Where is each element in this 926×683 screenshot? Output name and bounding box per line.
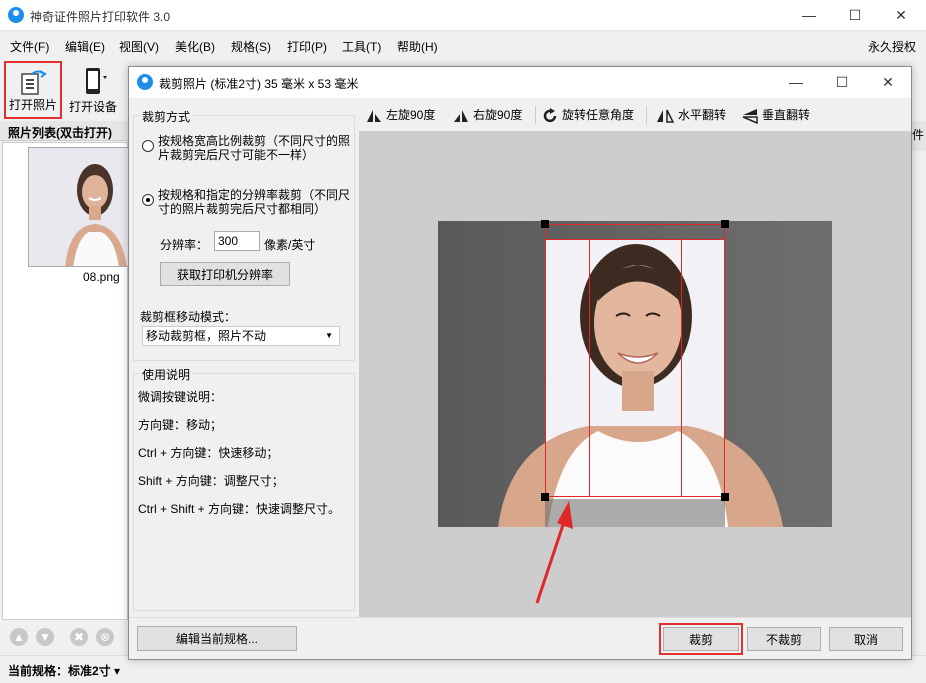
menu-file[interactable]: 文件(F) — [10, 38, 49, 55]
crop-button[interactable]: 裁剪 — [663, 627, 739, 651]
flip-horizontal-button[interactable]: 水平翻转 — [655, 106, 726, 124]
minimize-button[interactable]: — — [786, 0, 832, 31]
toolbar-divider — [646, 106, 647, 124]
delete-icon[interactable]: ✖ — [70, 628, 88, 646]
menu-print[interactable]: 打印(P) — [287, 38, 327, 55]
crop-guide-top — [546, 239, 724, 240]
phone-icon — [86, 68, 107, 94]
menu-help[interactable]: 帮助(H) — [397, 38, 438, 55]
right-panel-header-label: 件 — [912, 128, 925, 142]
crop-dialog: 裁剪照片 (标准2寸) 35 毫米 x 53 毫米 — ☐ ✕ 裁剪方式 按规格… — [128, 66, 912, 660]
flip-vertical-button[interactable]: 垂直翻转 — [741, 106, 810, 125]
crop-by-resolution-radio[interactable] — [142, 194, 154, 206]
crop-settings-panel: 裁剪方式 按规格宽高比例裁剪（不同尺寸的照片裁剪完后尺寸可能不一样） 按规格和指… — [133, 101, 355, 615]
crop-by-ratio-label[interactable]: 按规格宽高比例裁剪（不同尺寸的照片裁剪完后尺寸可能不一样） — [158, 134, 354, 162]
rotate-any-label: 旋转任意角度 — [562, 108, 635, 122]
current-spec-selector[interactable]: 当前规格：标准2寸 ▾ — [8, 662, 120, 679]
move-up-icon[interactable]: ▲ — [10, 628, 28, 646]
rotate-left-icon — [367, 109, 381, 122]
menu-beautify[interactable]: 美化(B) — [175, 38, 215, 55]
crop-guide-left — [589, 240, 590, 496]
app-title: 神奇证件照片打印软件 3.0 — [30, 10, 171, 24]
help-line: Shift + 方向键：调整尺寸； — [138, 474, 284, 488]
move-mode-label: 裁剪框移动模式： — [140, 310, 237, 324]
cancel-button[interactable]: 取消 — [829, 627, 903, 651]
image-toolbar: 左旋90度 右旋90度 旋转任意角度 水平翻转 垂直翻转 — [359, 100, 911, 130]
get-printer-resolution-button[interactable]: 获取打印机分辨率 — [160, 262, 290, 286]
help-line: 方向键：移动； — [138, 418, 223, 432]
right-panel-header: 件 — [912, 121, 926, 151]
crop-mode-title: 裁剪方式 — [140, 108, 193, 125]
move-mode-selected: 移动裁剪框，照片不动 — [146, 329, 267, 343]
rotate-left-label: 左旋90度 — [386, 108, 436, 122]
rotate-right-icon — [454, 109, 468, 122]
dialog-minimize-button[interactable]: — — [773, 67, 819, 98]
crop-mode-group: 裁剪方式 按规格宽高比例裁剪（不同尺寸的照片裁剪完后尺寸可能不一样） 按规格和指… — [133, 108, 355, 361]
edit-spec-button[interactable]: 编辑当前规格... — [137, 626, 297, 651]
flip-vertical-label: 垂直翻转 — [762, 108, 811, 122]
dialog-title: 裁剪照片 (标准2寸) 35 毫米 x 53 毫米 — [159, 77, 359, 91]
crop-guide-right — [681, 240, 682, 496]
dialog-maximize-button[interactable]: ☐ — [819, 67, 865, 98]
no-crop-button[interactable]: 不裁剪 — [747, 627, 821, 651]
portrait-thumbnail-image — [29, 148, 129, 266]
rotate-any-button[interactable]: 旋转任意角度 — [541, 106, 634, 125]
dialog-titlebar: 裁剪照片 (标准2寸) 35 毫米 x 53 毫米 — ☐ ✕ — [129, 67, 911, 98]
resolution-unit: 像素/英寸 — [264, 238, 316, 252]
maximize-button[interactable]: ☐ — [832, 0, 878, 31]
main-titlebar: 神奇证件照片打印软件 3.0 — ☐ ✕ — [0, 0, 926, 31]
photo-list-header: 照片列表(双击打开) — [0, 121, 128, 141]
dialog-footer: 编辑当前规格... 裁剪 不裁剪 取消 — [129, 617, 911, 659]
crop-frame[interactable] — [541, 220, 729, 501]
move-mode-select[interactable]: 移动裁剪框，照片不动 ▼ — [142, 326, 340, 346]
annotation-arrow-icon — [535, 501, 573, 604]
rotate-left-button[interactable]: 左旋90度 — [365, 106, 435, 124]
help-title: 使用说明 — [140, 366, 193, 383]
menu-tools[interactable]: 工具(T) — [342, 38, 381, 55]
menu-bar: 文件(F) 编辑(E) 视图(V) 美化(B) 规格(S) 打印(P) 工具(T… — [0, 31, 926, 59]
chevron-down-icon: ▼ — [325, 331, 333, 340]
dialog-logo-icon — [137, 74, 153, 90]
photo-thumbnail[interactable] — [28, 147, 130, 267]
resize-handle-top-left[interactable] — [541, 220, 549, 228]
resize-handle-bottom-right[interactable] — [721, 493, 729, 501]
resize-handle-top-right[interactable] — [721, 220, 729, 228]
photo-list-title: 照片列表(双击打开) — [8, 126, 112, 140]
license-status[interactable]: 永久授权 — [868, 38, 916, 55]
open-photo-button[interactable]: 打开照片 — [4, 61, 62, 119]
rotate-right-button[interactable]: 右旋90度 — [452, 106, 522, 124]
open-device-label: 打开设备 — [68, 100, 117, 114]
close-button[interactable]: ✕ — [878, 0, 924, 31]
toolbar-divider — [535, 106, 536, 124]
dialog-close-button[interactable]: ✕ — [865, 67, 911, 98]
rotate-right-label: 右旋90度 — [473, 108, 523, 122]
photo-list-tools: ▲ ▼ ✖ ⊗ — [0, 621, 128, 653]
help-line: 微调按键说明： — [138, 390, 223, 404]
open-photo-icon — [21, 70, 47, 95]
main-toolbar: 打开照片 打开设备 — [0, 59, 130, 121]
open-device-button[interactable]: 打开设备 — [64, 61, 122, 119]
menu-spec[interactable]: 规格(S) — [231, 38, 271, 55]
crop-by-ratio-radio[interactable] — [142, 140, 154, 152]
menu-view[interactable]: 视图(V) — [119, 38, 159, 55]
flip-vertical-icon — [742, 108, 758, 124]
help-group: 使用说明 微调按键说明： 方向键：移动； Ctrl + 方向键：快速移动； Sh… — [133, 366, 355, 611]
rotate-arrow-icon — [543, 107, 557, 122]
menu-edit[interactable]: 编辑(E) — [65, 38, 105, 55]
app-logo-icon — [8, 7, 24, 23]
photo-filename: 08.png — [83, 270, 120, 284]
clear-icon[interactable]: ⊗ — [96, 628, 114, 646]
resolution-input[interactable] — [214, 231, 260, 251]
crop-canvas[interactable] — [359, 131, 911, 617]
flip-horizontal-label: 水平翻转 — [678, 108, 727, 122]
help-line: Ctrl + Shift + 方向键：快速调整尺寸。 — [138, 502, 341, 516]
photo-list[interactable]: 08.png — [2, 142, 130, 620]
move-down-icon[interactable]: ▼ — [36, 628, 54, 646]
help-line: Ctrl + 方向键：快速移动； — [138, 446, 279, 460]
resolution-label: 分辨率： — [160, 238, 209, 252]
crop-by-resolution-label[interactable]: 按规格和指定的分辨率裁剪（不同尺寸的照片裁剪完后尺寸都相同） — [158, 188, 354, 216]
flip-horizontal-icon — [657, 109, 675, 123]
open-photo-label: 打开照片 — [8, 98, 57, 112]
